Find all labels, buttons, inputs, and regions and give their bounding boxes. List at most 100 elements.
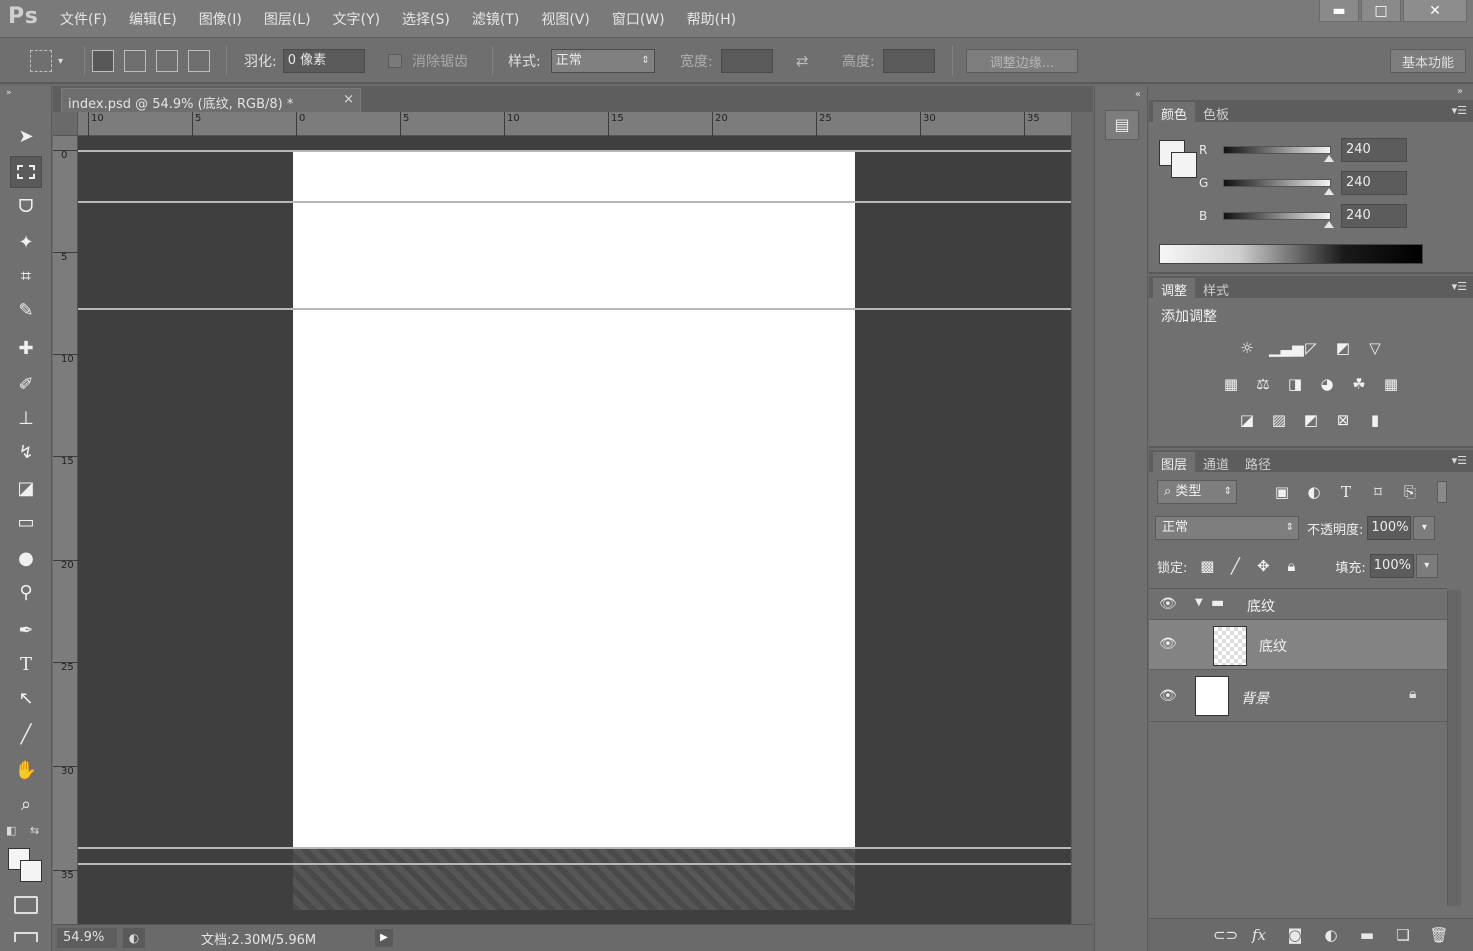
black-white-icon[interactable]: ◨ [1285,374,1305,394]
exposure-icon[interactable]: ◩ [1333,338,1353,358]
brush-tool-icon[interactable]: ✐ [10,368,42,400]
shape-filter-icon[interactable]: ⌑ [1367,483,1389,501]
vertical-scrollbar[interactable] [1071,112,1093,924]
magic-wand-tool-icon[interactable]: ✦ [10,226,42,258]
menu-type[interactable]: 文字(Y) [333,9,380,29]
color-lookup-icon[interactable]: ▦ [1381,374,1401,394]
subtract-selection-icon[interactable] [156,50,178,72]
tab-swatches[interactable]: 色板 [1195,102,1237,123]
color-balance-icon[interactable]: ⚖ [1253,374,1273,394]
guide-line[interactable] [78,847,1071,849]
panel-menu-icon[interactable]: ▾☰ [1452,104,1467,117]
pixel-filter-icon[interactable]: ▣ [1271,483,1293,501]
vibrance-icon[interactable]: ▽ [1365,338,1385,358]
fill-dropdown[interactable]: ▾ [1415,554,1438,578]
tab-paths[interactable]: 路径 [1237,452,1279,473]
tool-preset-picker[interactable]: ▾ [30,49,63,73]
new-adjustment-icon[interactable]: ◐ [1321,926,1341,944]
lock-all-icon[interactable]: 🔒︎ [1277,557,1305,575]
posterize-icon[interactable]: ▨ [1269,410,1289,430]
threshold-icon[interactable]: ◩ [1301,410,1321,430]
blue-value-input[interactable]: 240 [1341,204,1407,228]
zoom-tool-icon[interactable]: ⌕ [10,788,42,820]
tab-adjustments[interactable]: 调整 [1153,278,1196,299]
canvas-workspace[interactable] [78,136,1071,924]
menu-image[interactable]: 图像(I) [199,9,242,29]
antialias-checkbox[interactable] [388,54,402,68]
height-input[interactable] [882,49,935,73]
intersect-selection-icon[interactable] [188,50,210,72]
menu-edit[interactable]: 编辑(E) [129,9,177,29]
red-value-input[interactable]: 240 [1341,138,1407,162]
default-colors-icon[interactable]: ◧ [6,824,16,837]
tab-styles[interactable]: 样式 [1195,278,1237,299]
gradient-tool-icon[interactable]: ▭ [10,506,42,538]
green-value-input[interactable]: 240 [1341,171,1407,195]
tab-channels[interactable]: 通道 [1195,452,1237,473]
move-tool-icon[interactable]: ➤ [10,120,42,152]
tab-color[interactable]: 颜色 [1153,102,1196,123]
crop-tool-icon[interactable]: ⌗ [10,260,42,292]
properties-panel-icon[interactable]: ▤ [1105,110,1139,140]
maximize-button[interactable]: □ [1361,0,1401,22]
photo-filter-icon[interactable]: ◕ [1317,374,1337,394]
blend-mode-select[interactable]: 正常 ⇕ [1155,516,1299,540]
add-selection-icon[interactable] [124,50,146,72]
red-slider[interactable] [1223,146,1334,162]
new-layer-icon[interactable]: ❏ [1393,926,1413,944]
horizontal-ruler[interactable]: 10 5 0 5 10 15 20 25 30 35 [78,112,1071,136]
opacity-input[interactable]: 100% [1367,516,1412,540]
menu-layer[interactable]: 图层(L) [264,9,311,29]
layer-row[interactable]: 👁︎ 背景 🔒︎ [1149,670,1447,722]
lock-image-pixels-icon[interactable]: ╱ [1221,557,1249,575]
healing-brush-tool-icon[interactable]: ✚ [10,332,42,364]
slider-marker[interactable] [1324,221,1334,228]
background-color-swatch[interactable] [1171,152,1197,178]
layer-group-row[interactable]: 👁︎ ▼ ▬ 底纹 [1149,590,1447,620]
slider-marker[interactable] [1324,188,1334,195]
expand-triangle-icon[interactable]: ▼ [1195,597,1203,608]
new-group-icon[interactable]: ▬ [1357,926,1377,944]
collapse-icon[interactable]: » [6,88,12,98]
slider-marker[interactable] [1324,155,1334,162]
minimize-button[interactable]: ▬ [1319,0,1359,22]
hue-saturation-icon[interactable]: ▦ [1221,374,1241,394]
opacity-dropdown[interactable]: ▾ [1413,516,1436,540]
layer-row[interactable]: 👁︎ 底纹 [1149,620,1447,670]
delete-layer-icon[interactable]: 🗑︎ [1429,926,1449,944]
guide-line[interactable] [78,150,1071,152]
menu-help[interactable]: 帮助(H) [687,9,736,29]
curves-icon[interactable]: ◸ [1301,338,1321,358]
menu-select[interactable]: 选择(S) [402,9,450,29]
document-page[interactable] [293,150,855,848]
guide-line[interactable] [78,308,1071,310]
visibility-eye-icon[interactable]: 👁︎ [1159,596,1177,612]
close-tab-icon[interactable]: × [343,92,354,107]
panel-menu-icon[interactable]: ▾☰ [1452,454,1467,467]
type-filter-icon[interactable]: T [1335,483,1357,501]
panel-menu-icon[interactable]: ▾☰ [1452,280,1467,293]
link-layers-icon[interactable]: ⊂⊃ [1213,926,1238,944]
swap-colors-icon[interactable]: ⇆ [30,824,39,837]
dodge-tool-icon[interactable]: ⚲ [10,576,42,608]
refine-edge-button[interactable]: 调整边缘... [966,49,1078,73]
visibility-eye-icon[interactable]: 👁︎ [1159,636,1177,652]
close-button[interactable]: ✕ [1403,0,1467,22]
style-select[interactable]: 正常 ⇕ [550,49,655,73]
green-slider[interactable] [1223,179,1334,195]
gradient-map-icon[interactable]: ▮ [1365,410,1385,430]
vertical-ruler[interactable]: 0 5 10 15 20 25 30 35 [53,136,78,924]
filter-toggle[interactable] [1437,481,1447,503]
guide-line[interactable] [78,863,1071,865]
lasso-tool-icon[interactable]: ᗜ [10,190,42,222]
proof-icon[interactable]: ◐ [123,928,145,948]
history-brush-tool-icon[interactable]: ↯ [10,436,42,468]
background-color-swatch[interactable] [20,860,42,882]
width-input[interactable] [720,49,773,73]
add-mask-icon[interactable]: ◙ [1285,926,1305,944]
feather-input[interactable]: 0 像素 [282,49,365,73]
quick-mask-icon[interactable] [14,896,38,914]
smart-object-filter-icon[interactable]: ⎘ [1399,483,1421,501]
visibility-eye-icon[interactable]: 👁︎ [1159,688,1177,704]
collapse-arrows-icon[interactable]: « [1135,89,1141,100]
